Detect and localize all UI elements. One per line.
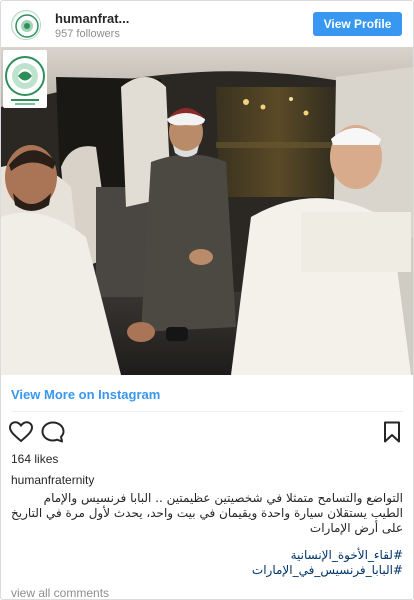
view-profile-button[interactable]: View Profile xyxy=(313,12,402,36)
post-author[interactable]: humanfraternity xyxy=(11,473,94,487)
hashtag-link[interactable]: #لقاء_الأخوة_الإنسانية xyxy=(11,548,403,563)
post-photo[interactable] xyxy=(1,47,413,375)
account-info: humanfrat... 957 followers xyxy=(55,11,129,41)
follower-count: 957 followers xyxy=(55,28,120,40)
heart-icon[interactable] xyxy=(8,421,34,443)
bookmark-icon[interactable] xyxy=(383,421,401,443)
caption-line: التواضع والتسامح متمثلا في شخصيتين عظيمت… xyxy=(43,491,403,505)
human-fraternity-logo xyxy=(3,50,47,108)
like-count[interactable]: 164 likes xyxy=(11,452,58,466)
avatar[interactable] xyxy=(11,10,41,40)
view-all-comments-link[interactable]: view all comments xyxy=(11,586,109,599)
hashtag-list: #لقاء_الأخوة_الإنسانية #البابا_فرنسيس_في… xyxy=(11,548,403,578)
caption-line: على أرض الإمارات xyxy=(309,521,403,535)
view-more-link[interactable]: View More on Instagram xyxy=(11,387,160,402)
divider xyxy=(11,411,403,412)
hashtag-link[interactable]: #البابا_فرنسيس_في_الإمارات xyxy=(11,563,403,578)
instagram-embed-card: humanfrat... 957 followers View Profile xyxy=(0,0,414,600)
post-header: humanfrat... 957 followers View Profile xyxy=(1,1,413,47)
post-caption: التواضع والتسامح متمثلا في شخصيتين عظيمت… xyxy=(11,491,403,536)
caption-line: الطيب يستقلان سيارة واحدة ويقيمان في بيت… xyxy=(11,506,403,520)
comment-icon[interactable] xyxy=(41,421,65,443)
username[interactable]: humanfrat... xyxy=(55,11,129,26)
